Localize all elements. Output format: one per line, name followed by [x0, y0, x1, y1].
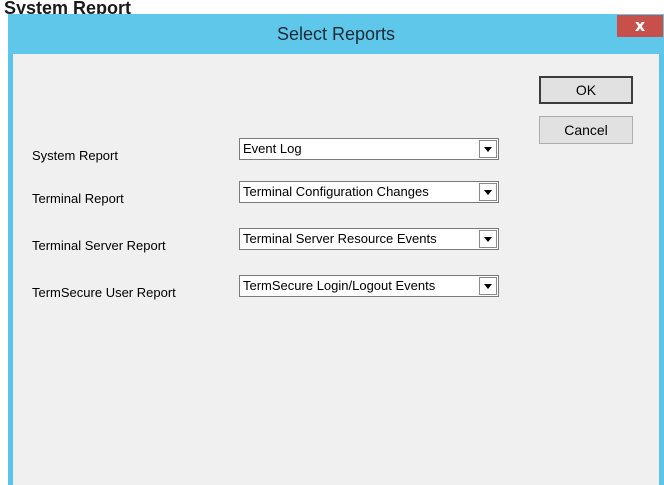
cancel-button[interactable]: Cancel — [539, 116, 633, 144]
termsecure-user-report-value: TermSecure Login/Logout Events — [243, 278, 436, 293]
chevron-down-icon[interactable] — [479, 183, 497, 201]
system-report-value: Event Log — [243, 141, 302, 156]
terminal-report-label: Terminal Report — [32, 191, 124, 206]
terminal-report-value: Terminal Configuration Changes — [243, 184, 429, 199]
terminal-server-report-value: Terminal Server Resource Events — [243, 231, 437, 246]
system-report-select[interactable]: Event Log — [239, 138, 499, 160]
dialog-client-area: OK Cancel System Report Event Log Termin… — [13, 54, 659, 485]
ok-button[interactable]: OK — [539, 76, 633, 104]
chevron-down-icon[interactable] — [479, 277, 497, 295]
system-report-label: System Report — [32, 148, 118, 163]
terminal-server-report-label: Terminal Server Report — [32, 238, 166, 253]
dialog-title: Select Reports — [276, 24, 396, 44]
close-icon: x — [634, 16, 646, 35]
title-bar[interactable]: Select Reports x — [8, 14, 664, 54]
select-reports-dialog: Select Reports x OK Cancel System Report… — [8, 14, 664, 485]
close-button[interactable]: x — [617, 15, 663, 37]
terminal-report-select[interactable]: Terminal Configuration Changes — [239, 181, 499, 203]
chevron-down-icon[interactable] — [479, 140, 497, 158]
terminal-server-report-select[interactable]: Terminal Server Resource Events — [239, 228, 499, 250]
termsecure-user-report-label: TermSecure User Report — [32, 285, 176, 300]
termsecure-user-report-select[interactable]: TermSecure Login/Logout Events — [239, 275, 499, 297]
chevron-down-icon[interactable] — [479, 230, 497, 248]
